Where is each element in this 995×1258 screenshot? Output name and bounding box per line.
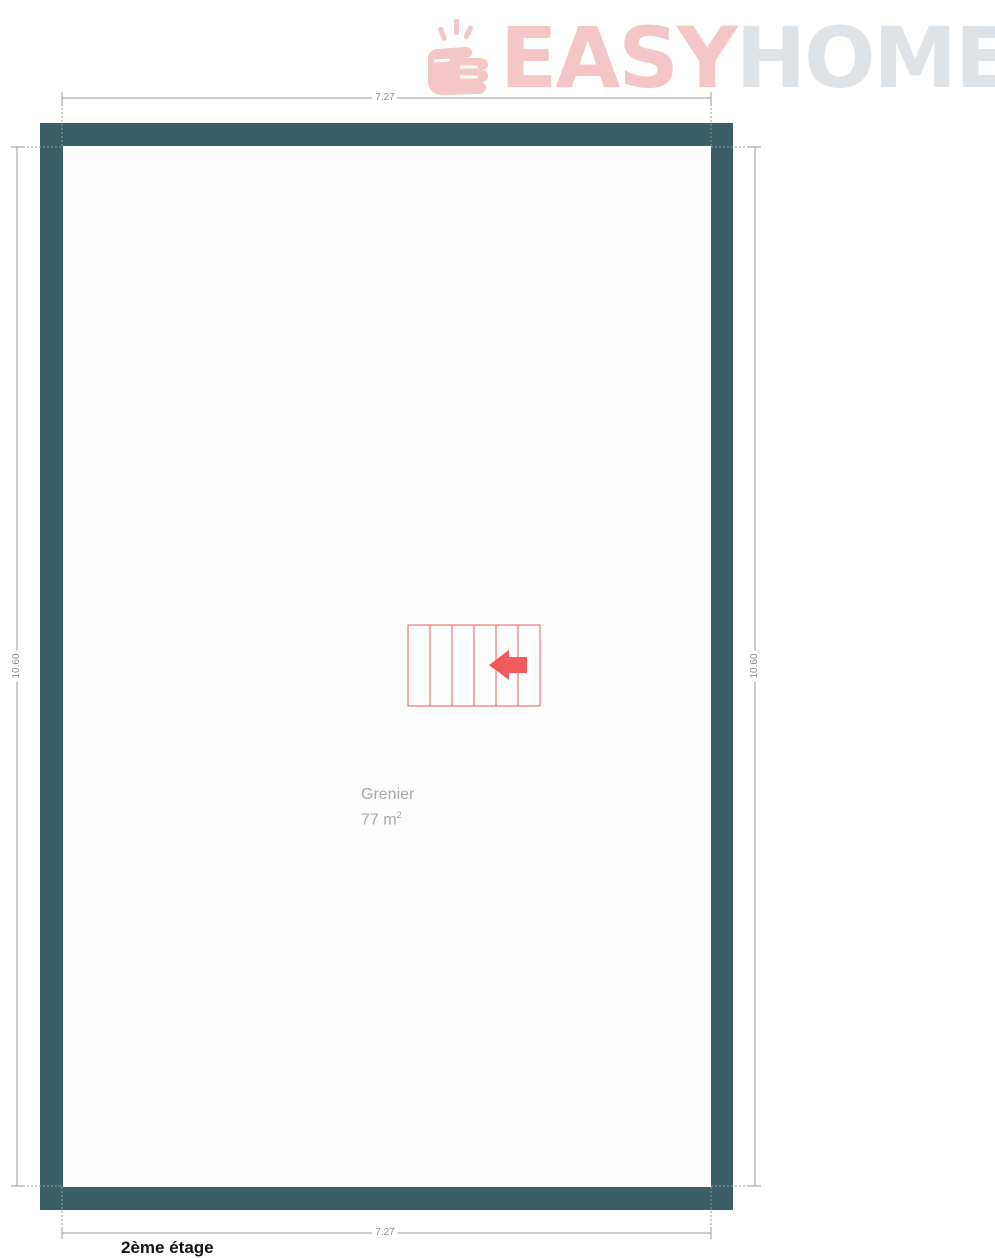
floor-plan bbox=[11, 92, 761, 1239]
room-label: Grenier 77 m2 bbox=[361, 784, 414, 830]
dimension-label-top: 7.27 bbox=[372, 92, 398, 104]
dimension-label-bottom: 7.27 bbox=[372, 1227, 398, 1239]
room-area-unit: 2 bbox=[396, 810, 402, 820]
easyhome-logo: EASY HOME bbox=[420, 10, 995, 105]
logo-word-easy: EASY bbox=[500, 8, 738, 107]
room-area-value: 77 m bbox=[361, 811, 397, 829]
dimension-label-right: 10.60 bbox=[749, 650, 761, 682]
walls bbox=[40, 123, 733, 1210]
room-name: Grenier bbox=[361, 786, 415, 803]
dimension-label-left: 10.60 bbox=[11, 650, 23, 682]
room-area: 77 m2 bbox=[361, 805, 414, 830]
floor-label: 2ème étage bbox=[121, 1238, 214, 1257]
logo-word-home: HOME bbox=[735, 8, 995, 107]
hand-click-icon bbox=[420, 13, 500, 103]
floor-interior bbox=[63, 146, 711, 1187]
logo-wordmark: EASY HOME bbox=[500, 16, 995, 100]
